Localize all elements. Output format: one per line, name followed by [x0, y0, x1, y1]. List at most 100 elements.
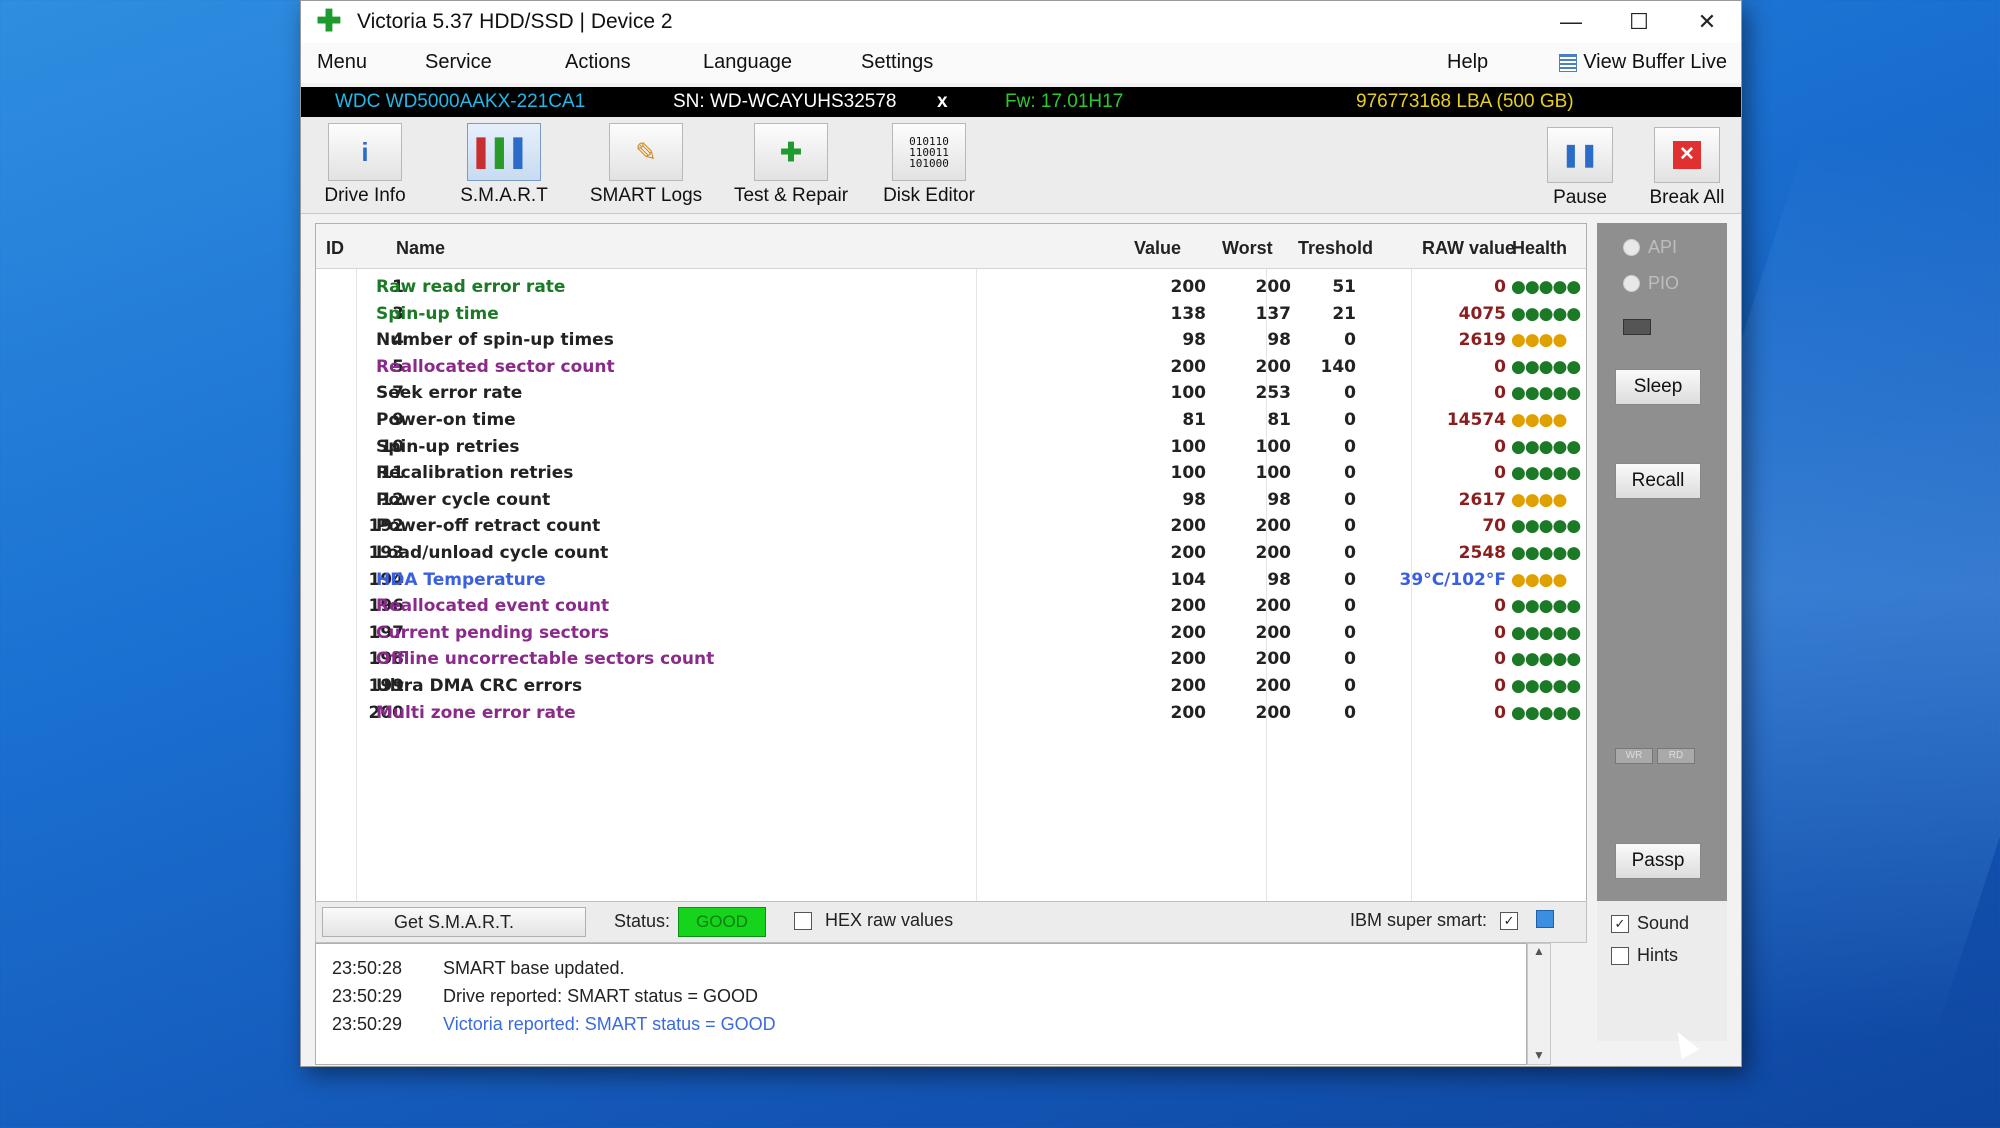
device-indicator — [1623, 319, 1651, 335]
maximize-button[interactable]: ☐ — [1605, 1, 1673, 43]
attr-threshold: 21 — [1332, 303, 1356, 324]
options-panel: ✓ Sound Hints — [1597, 901, 1727, 1041]
table-row[interactable]: 10 Spin-up retries 100 100 0 0 ●●●●● — [316, 434, 1586, 461]
pause-button[interactable]: ❚❚ Pause — [1535, 127, 1625, 209]
attr-raw-value: 14574 — [1446, 409, 1506, 430]
table-row[interactable]: 199 Ultra DMA CRC errors 200 200 0 0 ●●●●● — [316, 673, 1586, 700]
table-row[interactable]: 1 Raw read error rate 200 200 51 0 ●●●●● — [316, 274, 1586, 301]
bar-chart-icon: ▌ ▌ ▌ — [467, 123, 541, 181]
table-row[interactable]: 196 Reallocated event count 200 200 0 0 ●●●●● — [316, 593, 1586, 620]
ibm-super-smart-checkbox[interactable]: IBM super smart: ✓ — [1350, 910, 1519, 931]
attr-threshold: 140 — [1320, 356, 1357, 377]
header-id[interactable]: ID — [326, 238, 344, 259]
radio-dot — [1623, 275, 1640, 292]
attr-raw-value: 0 — [1494, 277, 1506, 297]
break-all-button[interactable]: ✕ Break All — [1639, 127, 1735, 209]
hints-label: Hints — [1637, 945, 1679, 965]
table-row[interactable]: 9 Power-on time 81 81 0 14574 ●●●● — [316, 407, 1586, 434]
tab-disk-editor[interactable]: 010110 110011 101000 Disk Editor — [869, 123, 989, 207]
table-row[interactable]: 7 Seek error rate 100 253 0 0 ●●●●● — [316, 380, 1586, 407]
tab-drive-info[interactable]: i Drive Info — [315, 123, 415, 207]
hints-checkbox[interactable]: Hints — [1611, 945, 1678, 966]
menu-item-help[interactable]: Help — [1447, 51, 1488, 74]
menu-item-actions[interactable]: Actions — [565, 51, 631, 74]
pause-label: Pause — [1553, 187, 1607, 208]
tab-smart-logs[interactable]: ✎ SMART Logs — [581, 123, 711, 207]
attr-worst: 200 — [1255, 596, 1292, 617]
table-row[interactable]: 192 Power-off retract count 200 200 0 70 ●●●●● — [316, 513, 1586, 540]
attr-raw-value: 0 — [1494, 649, 1506, 670]
attr-threshold: 0 — [1344, 596, 1356, 617]
attr-value: 200 — [1170, 649, 1207, 670]
attr-name: Seek error rate — [376, 383, 523, 404]
attr-raw-value: 2548 — [1458, 542, 1506, 563]
recall-button[interactable]: Recall — [1615, 463, 1701, 499]
header-worst[interactable]: Worst — [1222, 238, 1273, 259]
log-line: 23:50:29 Victoria reported: SMART status… — [332, 1014, 776, 1035]
attr-health: ●●●●● — [1511, 675, 1581, 696]
attr-worst: 253 — [1255, 383, 1292, 404]
attr-health: ●●●● — [1511, 489, 1567, 510]
table-row[interactable]: 198 Offline uncorrectable sectors count 20… — [316, 646, 1586, 673]
log-line: 23:50:29 Drive reported: SMART status = … — [332, 986, 758, 1007]
get-smart-button[interactable]: Get S.M.A.R.T. — [322, 907, 586, 937]
attr-worst: 100 — [1255, 436, 1292, 457]
attr-health: ●●●●● — [1511, 622, 1581, 643]
log-text: Victoria reported: SMART status = GOOD — [443, 1014, 776, 1034]
attr-worst: 200 — [1255, 649, 1292, 670]
attr-name: Power cycle count — [376, 489, 551, 510]
scroll-up-icon[interactable]: ▲ — [1528, 944, 1550, 958]
drive-capacity: 976773168 LBA (500 GB) — [1356, 91, 1574, 112]
table-row[interactable]: 5 Reallocated sector count 200 200 140 0 ●●●●● — [316, 354, 1586, 381]
log-scrollbar[interactable]: ▲ ▼ — [1527, 943, 1551, 1065]
header-raw-value[interactable]: RAW value — [1422, 238, 1515, 259]
attr-value: 104 — [1170, 569, 1207, 590]
menu-item-service[interactable]: Service — [425, 51, 492, 74]
table-row[interactable]: 197 Current pending sectors 200 200 0 0 ●●●●● — [316, 620, 1586, 647]
drive-firmware: Fw: 17.01H17 — [1005, 91, 1124, 112]
attr-raw-value: 4075 — [1458, 303, 1506, 324]
header-threshold[interactable]: Treshold — [1298, 238, 1373, 259]
log-time: 23:50:28 — [332, 958, 403, 978]
attr-threshold: 0 — [1344, 622, 1356, 643]
table-row[interactable]: 4 Number of spin-up times 98 98 0 2619 ●●●● — [316, 327, 1586, 354]
table-row[interactable]: 193 Load/unload cycle count 200 200 0 2548 ●●●… — [316, 540, 1586, 567]
attr-raw-value: 0 — [1494, 596, 1506, 617]
attr-name: Ultra DMA CRC errors — [376, 675, 583, 696]
header-value[interactable]: Value — [1134, 238, 1181, 259]
attr-health: ●●●●● — [1511, 436, 1581, 457]
pio-radio[interactable]: PIO — [1623, 273, 1679, 294]
attr-health: ●●●●● — [1511, 356, 1581, 377]
menu-item-menu[interactable]: Menu — [317, 51, 367, 74]
hex-raw-checkbox[interactable]: HEX raw values — [794, 910, 953, 931]
attr-worst: 137 — [1255, 303, 1292, 324]
view-buffer-live[interactable]: View Buffer Live — [1559, 51, 1727, 74]
sleep-button[interactable]: Sleep — [1615, 369, 1701, 405]
table-row[interactable]: 194 HDA Temperature 104 98 0 39°C/102°F ●●●● — [316, 567, 1586, 594]
minimize-button[interactable]: — — [1537, 1, 1605, 43]
attr-raw-value: 0 — [1494, 383, 1506, 404]
tab-test-repair[interactable]: ✚ Test & Repair — [721, 123, 861, 207]
header-name[interactable]: Name — [396, 238, 445, 259]
attr-threshold: 0 — [1344, 436, 1356, 457]
drive-close-x[interactable]: x — [937, 91, 948, 113]
passp-button[interactable]: Passp — [1615, 843, 1701, 879]
tab-smart[interactable]: ▌ ▌ ▌ S.M.A.R.T — [449, 123, 559, 207]
table-row[interactable]: 200 Multi zone error rate 200 200 0 0 ●●●●● — [316, 700, 1586, 727]
attr-threshold: 51 — [1332, 277, 1356, 297]
pause-icon: ❚❚ — [1547, 127, 1613, 183]
table-row[interactable]: 3 Spin-up time 138 137 21 4075 ●●●●● — [316, 301, 1586, 328]
scroll-down-icon[interactable]: ▼ — [1528, 1048, 1550, 1062]
close-button[interactable]: ✕ — [1673, 1, 1741, 43]
attr-threshold: 0 — [1344, 516, 1356, 537]
menu-item-language[interactable]: Language — [703, 51, 792, 74]
attr-name: HDA Temperature — [376, 569, 546, 590]
attr-threshold: 0 — [1344, 675, 1356, 696]
attr-raw-value: 2619 — [1458, 330, 1506, 351]
table-row[interactable]: 11 Recalibration retries 100 100 0 0 ●●●●● — [316, 460, 1586, 487]
table-row[interactable]: 12 Power cycle count 98 98 0 2617 ●●●● — [316, 487, 1586, 514]
header-health[interactable]: Health — [1512, 238, 1567, 259]
sound-checkbox[interactable]: ✓ Sound — [1611, 913, 1689, 934]
api-radio[interactable]: API — [1623, 237, 1677, 258]
menu-item-settings[interactable]: Settings — [861, 51, 933, 74]
